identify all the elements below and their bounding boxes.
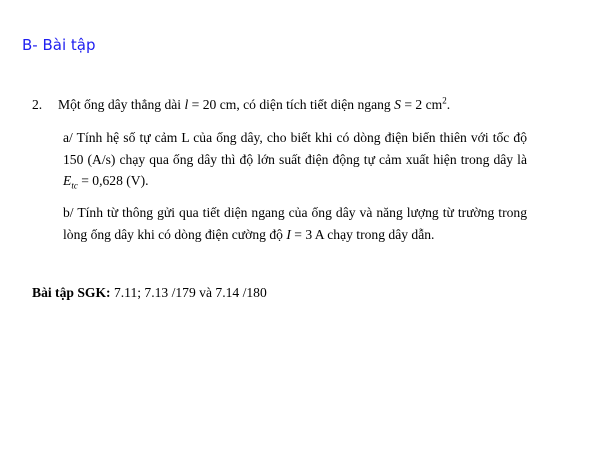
length-value: = 20 cm, có diện tích tiết diện ngang [188, 97, 395, 112]
sgk-text: 7.11; 7.13 /179 và 7.14 /180 [110, 285, 267, 300]
area-symbol: S [394, 97, 401, 112]
problem-statement: 2. Một ống dây thẳng dài l = 20 cm, có di… [32, 95, 532, 114]
problem-intro-prefix: Một ống dây thẳng dài [58, 97, 185, 112]
area-value: = 2 cm [400, 97, 443, 112]
sgk-label: Bài tập SGK: [32, 285, 111, 300]
current-value: = 3 A chạy trong dây dẫn. [290, 226, 435, 242]
part-b: b/ Tính từ thông gửi qua tiết diện ngang… [63, 202, 527, 245]
part-a: a/ Tính hệ số tự cảm L của ống dây, cho … [63, 127, 527, 192]
section-heading: B- Bài tập [22, 36, 96, 54]
sgk-exercises: Bài tập SGK: 7.11; 7.13 /179 và 7.14 /18… [32, 285, 267, 301]
problem-number: 2. [32, 97, 43, 112]
problem-intro-suffix: . [446, 97, 451, 112]
part-a-text: a/ Tính hệ số tự cảm L của ống dây, cho … [63, 130, 527, 167]
emf-value: = 0,628 (V). [77, 173, 149, 188]
